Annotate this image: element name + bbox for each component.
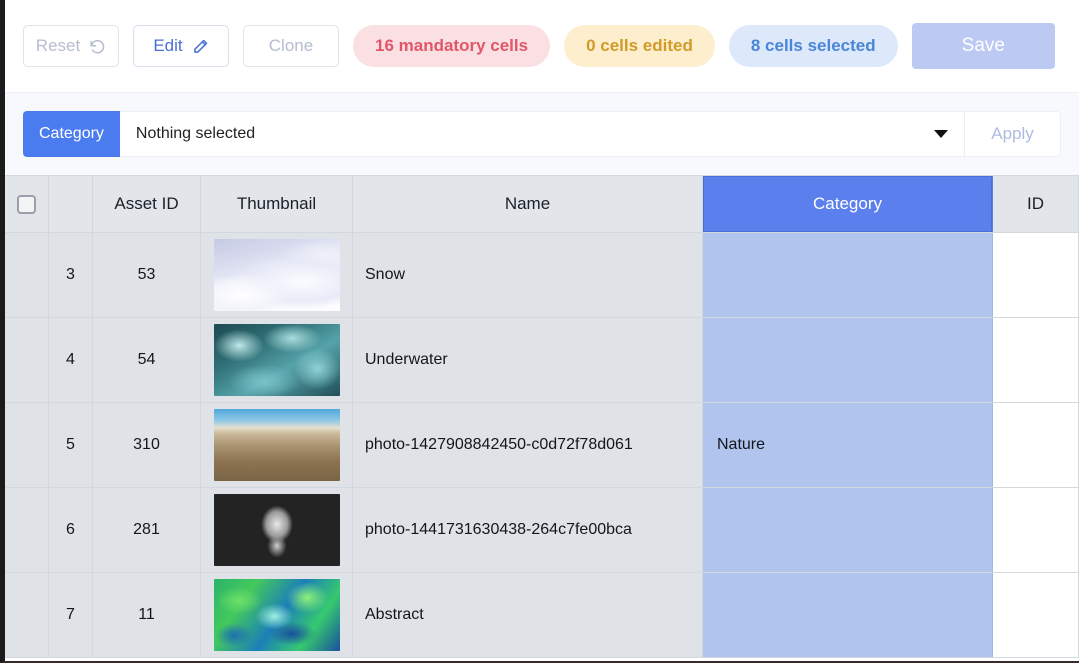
column-header-name[interactable]: Name [353, 176, 703, 232]
row-number: 6 [49, 488, 93, 572]
row-select-cell[interactable] [5, 403, 49, 487]
row-select-cell[interactable] [5, 488, 49, 572]
grid-body: 3 53 Snow 4 54 Underwater 5 310 photo-1427908842… [5, 233, 1079, 658]
column-header-id[interactable]: ID [993, 176, 1079, 232]
cell-category[interactable] [703, 573, 993, 657]
underwater-thumbnail [213, 324, 340, 396]
table-row[interactable]: 4 54 Underwater [5, 318, 1079, 403]
cells-selected-badge: 8 cells selected [728, 25, 898, 67]
mandatory-cells-badge: 16 mandatory cells [353, 25, 551, 67]
edit-label: Edit [153, 36, 183, 55]
table-row[interactable]: 6 281 photo-1441731630438-264c7fe00bca [5, 488, 1079, 573]
cell-id[interactable] [993, 573, 1079, 657]
category-select-value: Nothing selected [135, 125, 256, 142]
cell-id[interactable] [993, 318, 1079, 402]
abstract-thumbnail [213, 579, 340, 651]
cell-asset-id[interactable]: 310 [93, 403, 201, 487]
row-number: 3 [49, 233, 93, 317]
table-row[interactable]: 5 310 photo-1427908842450-c0d72f78d061 Natu… [5, 403, 1079, 488]
column-header-thumbnail[interactable]: Thumbnail [201, 176, 353, 232]
cell-name[interactable]: Abstract [353, 573, 703, 657]
cell-thumbnail[interactable] [201, 488, 353, 572]
cell-category[interactable] [703, 233, 993, 317]
row-number: 4 [49, 318, 93, 402]
cell-name[interactable]: Snow [353, 233, 703, 317]
chevron-down-icon [934, 130, 948, 138]
apply-button[interactable]: Apply [965, 111, 1061, 157]
cell-asset-id[interactable]: 11 [93, 573, 201, 657]
pencil-icon [192, 38, 209, 55]
clone-button[interactable]: Clone [243, 25, 339, 67]
row-number-header [49, 176, 93, 232]
row-select-cell[interactable] [5, 573, 49, 657]
clone-label: Clone [268, 36, 314, 55]
column-header-asset-id[interactable]: Asset ID [93, 176, 201, 232]
reset-label: Reset [35, 36, 81, 55]
snow-thumbnail [213, 239, 340, 311]
row-select-cell[interactable] [5, 318, 49, 402]
cell-thumbnail[interactable] [201, 403, 353, 487]
cell-asset-id[interactable]: 53 [93, 233, 201, 317]
cell-category[interactable]: Nature [703, 403, 993, 487]
table-row[interactable]: 7 11 Abstract [5, 573, 1079, 658]
cell-asset-id[interactable]: 281 [93, 488, 201, 572]
filter-bar: Category Nothing selected Apply [5, 92, 1079, 175]
select-all-cell[interactable] [5, 176, 49, 232]
cell-id[interactable] [993, 488, 1079, 572]
cell-id[interactable] [993, 233, 1079, 317]
edit-button[interactable]: Edit [133, 25, 229, 67]
row-number: 5 [49, 403, 93, 487]
desert-thumbnail [213, 409, 340, 481]
toolbar: Reset Edit Clone 16 mandatory cells 0 ce… [5, 0, 1079, 92]
filter-chip-category[interactable]: Category [23, 111, 120, 157]
checkbox-unchecked-icon[interactable] [17, 194, 36, 214]
cell-thumbnail[interactable] [201, 318, 353, 402]
row-number: 7 [49, 573, 93, 657]
cell-category[interactable] [703, 488, 993, 572]
column-header-category[interactable]: Category [703, 176, 993, 232]
grid-header-row: Asset ID Thumbnail Name Category ID [5, 175, 1079, 233]
category-select[interactable]: Nothing selected [119, 111, 965, 157]
cell-name[interactable]: photo-1441731630438-264c7fe00bca [353, 488, 703, 572]
cells-edited-badge: 0 cells edited [564, 25, 715, 67]
data-grid-app: Reset Edit Clone 16 mandatory cells 0 ce… [0, 0, 1079, 663]
statue-thumbnail [213, 494, 340, 566]
cell-asset-id[interactable]: 54 [93, 318, 201, 402]
table-row[interactable]: 3 53 Snow [5, 233, 1079, 318]
reset-button[interactable]: Reset [23, 25, 119, 67]
cell-name[interactable]: Underwater [353, 318, 703, 402]
cell-id[interactable] [993, 403, 1079, 487]
cell-category[interactable] [703, 318, 993, 402]
cell-name[interactable]: photo-1427908842450-c0d72f78d061 [353, 403, 703, 487]
undo-icon [89, 38, 106, 55]
row-select-cell[interactable] [5, 233, 49, 317]
save-button[interactable]: Save [911, 23, 1055, 69]
cell-thumbnail[interactable] [201, 233, 353, 317]
category-filter-group: Category Nothing selected Apply [23, 111, 1061, 157]
cell-thumbnail[interactable] [201, 573, 353, 657]
data-grid: Asset ID Thumbnail Name Category ID 3 53 S… [5, 175, 1079, 658]
